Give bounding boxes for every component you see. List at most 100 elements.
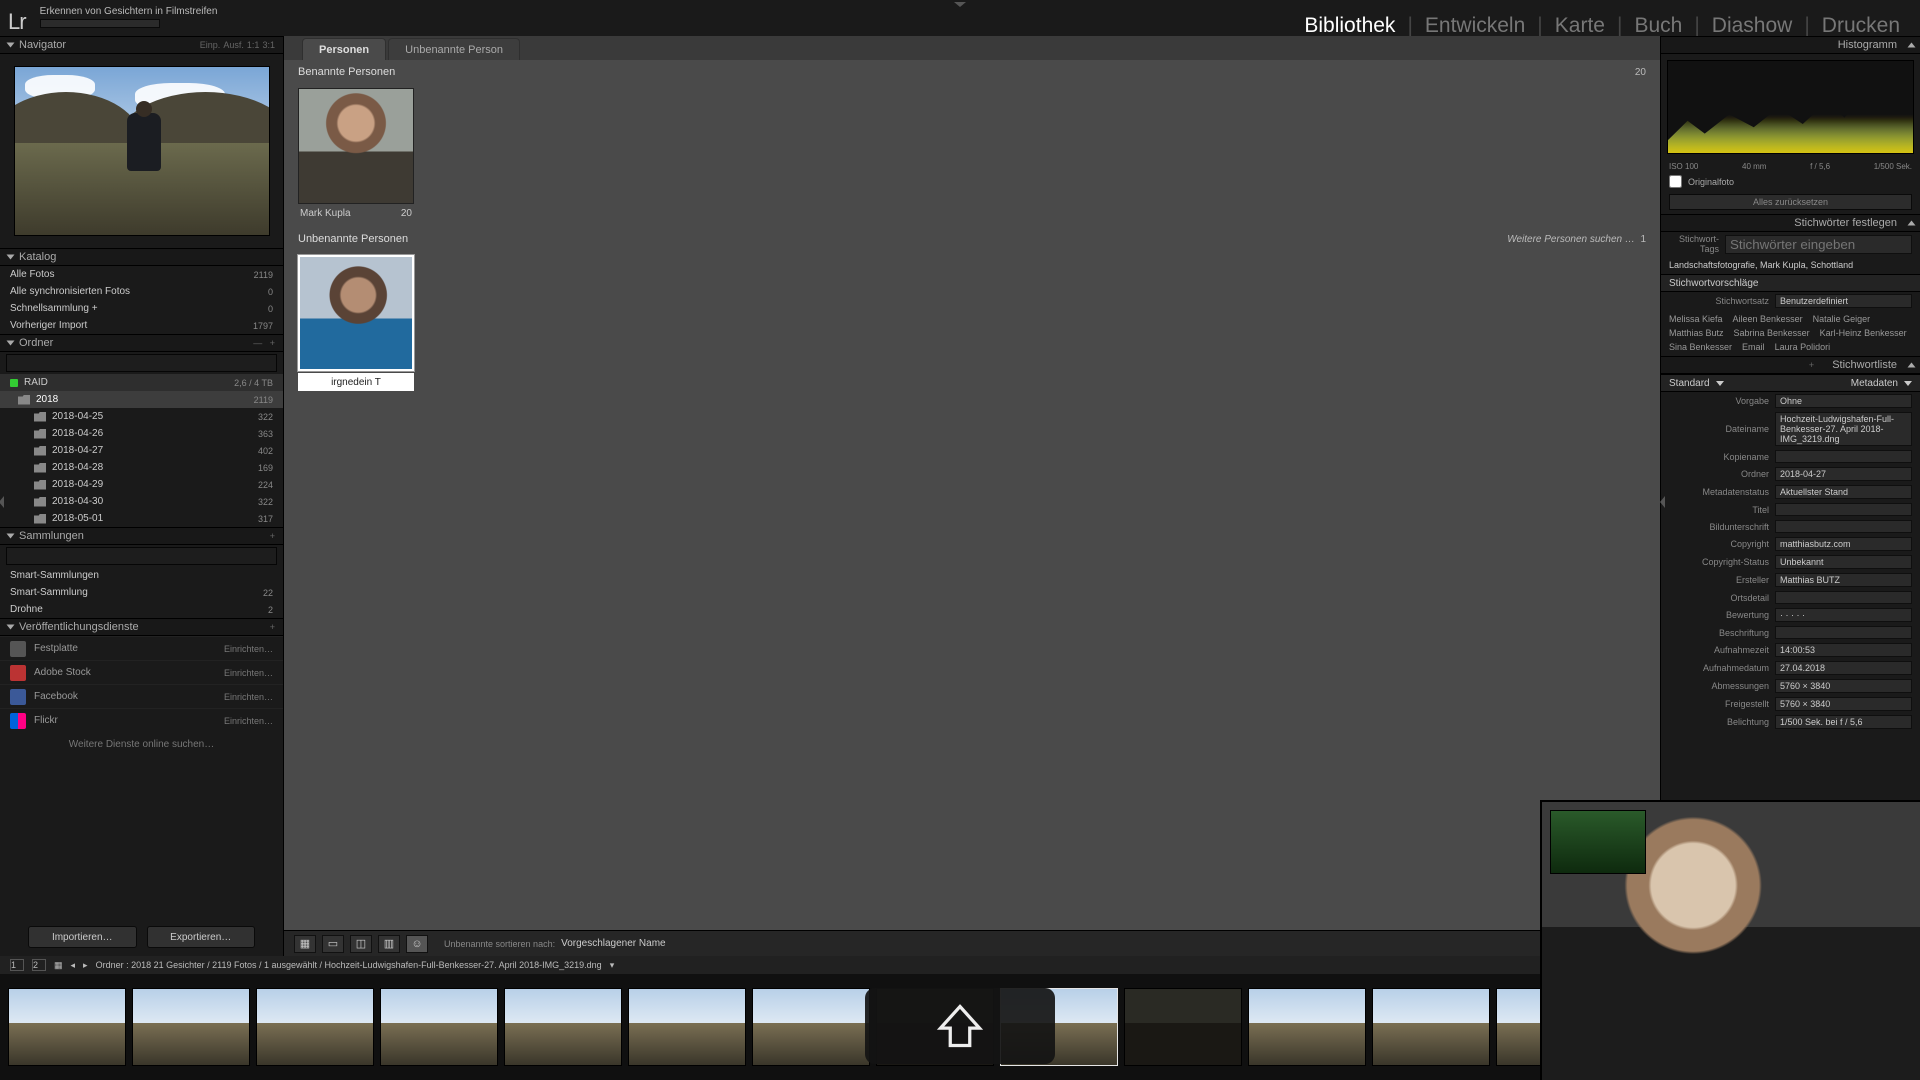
grid-icon[interactable]: ▦: [54, 960, 63, 971]
kw-suggestion[interactable]: Natalie Geiger: [1813, 314, 1871, 324]
list-item[interactable]: Smart-Sammlung22: [0, 584, 283, 601]
filmstrip-thumb[interactable]: [8, 988, 126, 1066]
kw-suggestion[interactable]: Email: [1742, 342, 1765, 352]
collection-filter-input[interactable]: [6, 547, 277, 565]
folder-filter-input[interactable]: [6, 354, 277, 372]
metadata-preset-bar[interactable]: Standard Metadaten: [1661, 374, 1920, 392]
keywording-header[interactable]: Stichwörter festlegen: [1661, 214, 1920, 232]
original-checkbox[interactable]: [1669, 175, 1682, 188]
view-loupe-icon[interactable]: ▭: [322, 935, 344, 953]
module-bibliothek[interactable]: Bibliothek: [1304, 14, 1395, 38]
unnamed-persons-header[interactable]: Unbenannte Personen Weitere Personen suc…: [284, 227, 1660, 247]
view-grid-icon[interactable]: ▦: [294, 935, 316, 953]
nav-fit[interactable]: Einp.: [200, 40, 221, 50]
kw-suggestion[interactable]: Matthias Butz: [1669, 328, 1724, 338]
chevron-down-icon[interactable]: ▾: [610, 960, 615, 971]
kw-suggestion[interactable]: Sabrina Benkesser: [1734, 328, 1810, 338]
breadcrumb[interactable]: Ordner : 2018 21 Gesichter / 2119 Fotos …: [96, 960, 602, 970]
metadata-value[interactable]: Hochzeit-Ludwigshafen-Full-Benkesser-27.…: [1775, 412, 1912, 446]
module-drucken[interactable]: Drucken: [1822, 14, 1900, 38]
ordner-header[interactable]: Ordner— +: [0, 334, 283, 352]
list-item[interactable]: Drohne2: [0, 601, 283, 618]
navigator-preview[interactable]: [14, 66, 270, 236]
publish-more[interactable]: Weitere Dienste online suchen…: [0, 732, 283, 756]
publish-setup[interactable]: Einrichten…: [224, 692, 273, 702]
view-people-icon[interactable]: ☺: [406, 935, 428, 953]
metadata-value[interactable]: Ohne: [1775, 394, 1912, 408]
histogram[interactable]: [1667, 60, 1914, 154]
kw-suggestion[interactable]: Sina Benkesser: [1669, 342, 1732, 352]
face-thumb[interactable]: [298, 88, 414, 204]
filmstrip-thumb[interactable]: [1248, 988, 1366, 1066]
view-compare-icon[interactable]: ◫: [350, 935, 372, 953]
list-item[interactable]: 2018-04-30322: [0, 493, 283, 510]
collapse-left-icon[interactable]: [0, 496, 4, 508]
metadata-value[interactable]: 14:00:53: [1775, 643, 1912, 657]
filmstrip-thumb[interactable]: [380, 988, 498, 1066]
list-item[interactable]: 2018-04-29224: [0, 476, 283, 493]
metadata-value[interactable]: [1775, 520, 1912, 533]
katalog-header[interactable]: Katalog: [0, 248, 283, 266]
list-item[interactable]: 20182119: [0, 391, 283, 408]
list-item[interactable]: Vorheriger Import1797: [0, 317, 283, 334]
list-item[interactable]: Schnellsammlung +0: [0, 300, 283, 317]
metadata-value[interactable]: 5760 × 3840: [1775, 679, 1912, 693]
publish-header[interactable]: Veröffentlichungsdienste+: [0, 618, 283, 636]
module-entwickeln[interactable]: Entwickeln: [1425, 14, 1525, 38]
histogram-header[interactable]: Histogramm: [1661, 36, 1920, 54]
face-thumb-selected[interactable]: [298, 255, 414, 371]
back-icon[interactable]: ◂: [71, 960, 76, 971]
kw-existing[interactable]: Landschaftsfotografie, Mark Kupla, Schot…: [1661, 256, 1920, 274]
list-item[interactable]: 2018-04-27402: [0, 442, 283, 459]
kw-tags-input[interactable]: [1725, 235, 1912, 254]
publish-service[interactable]: Adobe StockEinrichten…: [0, 660, 283, 684]
list-item[interactable]: 2018-05-01317: [0, 510, 283, 527]
named-persons-header[interactable]: Benannte Personen 20: [284, 60, 1660, 80]
secondary-display-2-icon[interactable]: 2: [32, 959, 46, 971]
nav-fill[interactable]: Ausf.: [223, 40, 244, 50]
sammlungen-header[interactable]: Sammlungen+: [0, 527, 283, 545]
unnamed-face[interactable]: [298, 255, 414, 391]
list-item[interactable]: Alle Fotos2119: [0, 266, 283, 283]
face-name-input[interactable]: [298, 373, 414, 391]
publish-setup[interactable]: Einrichten…: [224, 644, 273, 654]
filmstrip-thumb[interactable]: [628, 988, 746, 1066]
forward-icon[interactable]: ▸: [83, 960, 88, 971]
named-face-stack[interactable]: Mark Kupla20: [298, 88, 414, 219]
view-survey-icon[interactable]: ▥: [378, 935, 400, 953]
sort-value[interactable]: Vorgeschlagener Name: [561, 938, 666, 949]
kw-suggestion[interactable]: Aileen Benkesser: [1733, 314, 1803, 324]
filmstrip-thumb[interactable]: [504, 988, 622, 1066]
metadata-value[interactable]: Aktuellster Stand: [1775, 485, 1912, 499]
metadata-value[interactable]: matthiasbutz.com: [1775, 537, 1912, 551]
metadata-value[interactable]: [1775, 503, 1912, 516]
reset-all-button[interactable]: Alles zurücksetzen: [1669, 194, 1912, 210]
metadata-value[interactable]: [1775, 626, 1912, 639]
filmstrip-thumb[interactable]: [1372, 988, 1490, 1066]
metadata-value[interactable]: Matthias BUTZ: [1775, 573, 1912, 587]
list-item[interactable]: 2018-04-25322: [0, 408, 283, 425]
filmstrip-thumb[interactable]: [132, 988, 250, 1066]
publish-service[interactable]: FlickrEinrichten…: [0, 708, 283, 732]
secondary-display-icon[interactable]: 1: [10, 959, 24, 971]
metadata-value[interactable]: [1775, 450, 1912, 463]
metadata-value[interactable]: 1/500 Sek. bei f / 5,6: [1775, 715, 1912, 729]
kw-set-value[interactable]: Benutzerdefiniert: [1775, 294, 1912, 308]
list-item[interactable]: 2018-04-28169: [0, 459, 283, 476]
collapse-top-icon[interactable]: [954, 2, 966, 7]
list-item[interactable]: Alle synchronisierten Fotos0: [0, 283, 283, 300]
publish-service[interactable]: FacebookEinrichten…: [0, 684, 283, 708]
filmstrip-thumb[interactable]: [256, 988, 374, 1066]
kw-suggestion[interactable]: Karl-Heinz Benkesser: [1820, 328, 1907, 338]
kw-suggestion[interactable]: Melissa Kiefa: [1669, 314, 1723, 324]
nav-3to1[interactable]: 3:1: [262, 40, 275, 50]
metadata-value[interactable]: · · · · ·: [1775, 608, 1912, 622]
tab-unbenannte[interactable]: Unbenannte Person: [388, 38, 520, 60]
kw-suggestions-header[interactable]: Stichwortvorschläge: [1661, 274, 1920, 292]
filmstrip-thumb[interactable]: [752, 988, 870, 1066]
publish-setup[interactable]: Einrichten…: [224, 716, 273, 726]
metadata-value[interactable]: [1775, 591, 1912, 604]
nav-1to1[interactable]: 1:1: [247, 40, 260, 50]
metadata-value[interactable]: Unbekannt: [1775, 555, 1912, 569]
module-karte[interactable]: Karte: [1555, 14, 1605, 38]
